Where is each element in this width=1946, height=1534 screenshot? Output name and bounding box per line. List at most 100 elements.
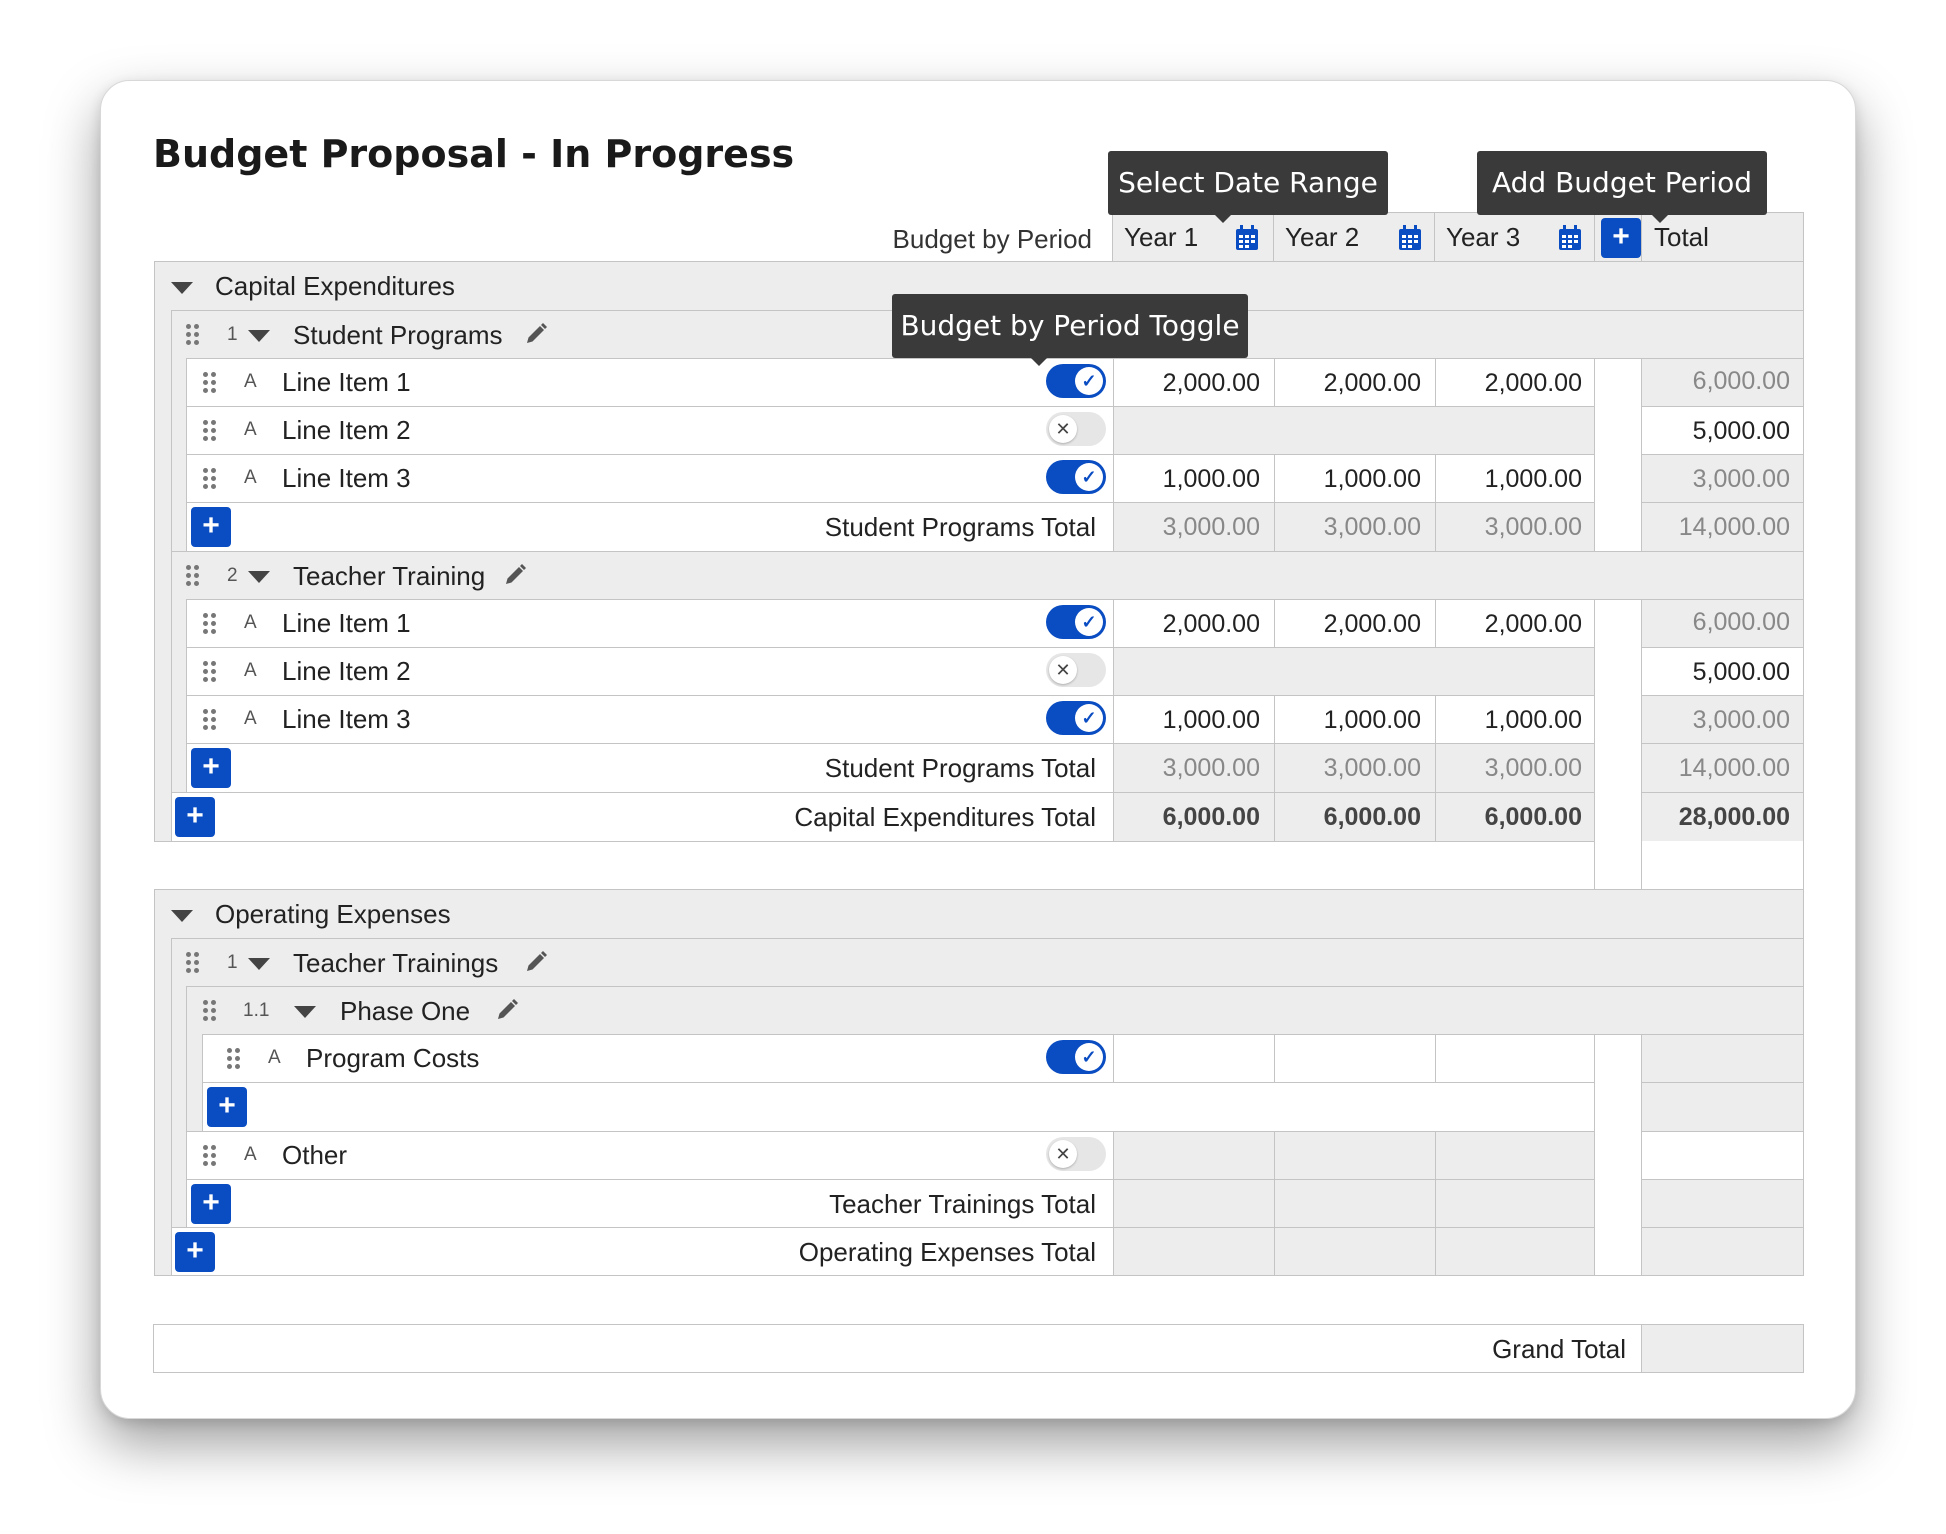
collapse-caret-icon[interactable]	[248, 330, 270, 342]
year-1-value[interactable]: 2,000.00	[1120, 601, 1260, 647]
line-item-name[interactable]: Line Item 2	[282, 648, 411, 694]
year-3-value[interactable]: 1,000.00	[1442, 456, 1582, 502]
line-item-name[interactable]: Line Item 1	[282, 600, 411, 646]
budget-by-period-toggle[interactable]: ✕	[1046, 1137, 1106, 1171]
budget-by-period-toggle[interactable]: ✓	[1046, 1040, 1106, 1074]
year-2-value[interactable]: 2,000.00	[1281, 360, 1421, 406]
item-type-letter: A	[244, 660, 257, 681]
add-group-button[interactable]: +	[175, 797, 215, 837]
calendar-icon[interactable]	[1235, 225, 1259, 251]
add-period-column	[1594, 1034, 1642, 1276]
year-1-value[interactable]: 1,000.00	[1120, 456, 1260, 502]
disabled-period-cell	[1435, 1131, 1595, 1180]
year-3-value[interactable]: 2,000.00	[1442, 360, 1582, 406]
drag-handle-icon[interactable]	[203, 1000, 217, 1022]
collapse-caret-icon[interactable]	[294, 1006, 316, 1018]
drag-handle-icon[interactable]	[203, 709, 217, 731]
budget-by-period-toggle[interactable]: ✓	[1046, 460, 1106, 494]
subtotal-value: 3,000.00	[1323, 754, 1421, 782]
collapse-caret-icon[interactable]	[171, 282, 193, 294]
row-total-value[interactable]: 5,000.00	[1648, 408, 1790, 454]
drag-handle-icon[interactable]	[203, 468, 217, 490]
line-item-name[interactable]: Line Item 2	[282, 407, 411, 453]
budget-by-period-toggle[interactable]: ✕	[1046, 653, 1106, 687]
drag-handle-icon[interactable]	[186, 565, 200, 587]
subtotal-label: Student Programs Total	[824, 512, 1096, 542]
total-cell	[1641, 1082, 1804, 1132]
line-item-name[interactable]: Program Costs	[306, 1035, 479, 1081]
capital-total-label: Capital Expenditures Total	[794, 802, 1096, 832]
item-type-letter: A	[268, 1047, 281, 1068]
year-2-value[interactable]: 2,000.00	[1281, 601, 1421, 647]
subtotal-value: 3,000.00	[1162, 754, 1260, 782]
item-type-letter: A	[244, 419, 257, 440]
year-2-value[interactable]: 1,000.00	[1281, 697, 1421, 743]
check-icon: ✓	[1075, 367, 1103, 395]
edit-pencil-icon[interactable]	[524, 322, 548, 346]
drag-handle-icon[interactable]	[203, 661, 217, 683]
capital-total-value: 6,000.00	[1484, 803, 1582, 831]
edit-pencil-icon[interactable]	[524, 950, 548, 974]
line-item-name[interactable]: Line Item 1	[282, 359, 411, 405]
collapse-caret-icon[interactable]	[248, 958, 270, 970]
item-type-letter: A	[244, 708, 257, 729]
year-3-cell[interactable]	[1435, 1034, 1595, 1083]
add-line-item-button[interactable]: +	[191, 748, 231, 788]
subtotal-value: 14,000.00	[1678, 513, 1790, 541]
add-line-item-button[interactable]: +	[191, 1184, 231, 1224]
row-total-value[interactable]: 5,000.00	[1648, 649, 1790, 695]
total-cell[interactable]	[1641, 1131, 1804, 1180]
drag-handle-icon[interactable]	[203, 613, 217, 635]
add-line-item-button[interactable]: +	[207, 1087, 247, 1127]
add-group-button[interactable]: +	[175, 1232, 215, 1272]
budget-by-period-toggle[interactable]: ✓	[1046, 701, 1106, 735]
subtotal-cell	[1641, 1179, 1804, 1228]
collapse-caret-icon[interactable]	[248, 571, 270, 583]
line-item-name[interactable]: Line Item 3	[282, 455, 411, 501]
line-item-name[interactable]: Line Item 3	[282, 696, 411, 742]
cross-icon: ✕	[1049, 656, 1077, 684]
operating-total-cell	[1274, 1227, 1436, 1276]
operating-total-cell	[1113, 1227, 1275, 1276]
edit-pencil-icon[interactable]	[495, 998, 519, 1022]
teacher-training-title: Teacher Training	[293, 561, 486, 591]
subtotal-value: 3,000.00	[1484, 513, 1582, 541]
subgroup-index: 1.1	[243, 1000, 270, 1021]
subtotal-value: 3,000.00	[1323, 513, 1421, 541]
year-3-value[interactable]: 1,000.00	[1442, 697, 1582, 743]
collapse-caret-icon[interactable]	[171, 910, 193, 922]
year-3-value[interactable]: 2,000.00	[1442, 601, 1582, 647]
cross-icon: ✕	[1049, 1140, 1077, 1168]
year-1-cell[interactable]	[1113, 1034, 1275, 1083]
subtotal-value: 3,000.00	[1484, 754, 1582, 782]
edit-pencil-icon[interactable]	[503, 563, 527, 587]
add-item-row	[202, 1082, 1595, 1132]
item-type-letter: A	[244, 1144, 257, 1165]
budget-by-period-toggle[interactable]: ✓	[1046, 605, 1106, 639]
drag-handle-icon[interactable]	[203, 1145, 217, 1167]
add-budget-period-button[interactable]: +	[1601, 218, 1641, 258]
row-total-value: 6,000.00	[1692, 367, 1790, 395]
drag-handle-icon[interactable]	[227, 1048, 241, 1070]
drag-handle-icon[interactable]	[186, 324, 200, 346]
group-index: 1	[227, 324, 238, 345]
year-2-value[interactable]: 1,000.00	[1281, 456, 1421, 502]
teacher-trainings-title: Teacher Trainings	[293, 948, 499, 978]
budget-by-period-toggle[interactable]: ✓	[1046, 364, 1106, 398]
drag-handle-icon[interactable]	[203, 372, 217, 394]
line-item-name[interactable]: Other	[282, 1132, 347, 1178]
add-line-item-button[interactable]: +	[191, 507, 231, 547]
subtotal-cell	[1274, 1179, 1436, 1228]
calendar-icon[interactable]	[1558, 225, 1582, 251]
year-1-value[interactable]: 2,000.00	[1120, 360, 1260, 406]
check-icon: ✓	[1075, 1043, 1103, 1071]
item-type-letter: A	[244, 371, 257, 392]
drag-handle-icon[interactable]	[203, 420, 217, 442]
subtotal-label: Teacher Trainings Total	[829, 1189, 1096, 1219]
drag-handle-icon[interactable]	[186, 952, 200, 974]
capital-total-value: 6,000.00	[1162, 803, 1260, 831]
year-2-cell[interactable]	[1274, 1034, 1436, 1083]
year-1-value[interactable]: 1,000.00	[1120, 697, 1260, 743]
budget-by-period-toggle[interactable]: ✕	[1046, 412, 1106, 446]
calendar-icon[interactable]	[1398, 225, 1422, 251]
